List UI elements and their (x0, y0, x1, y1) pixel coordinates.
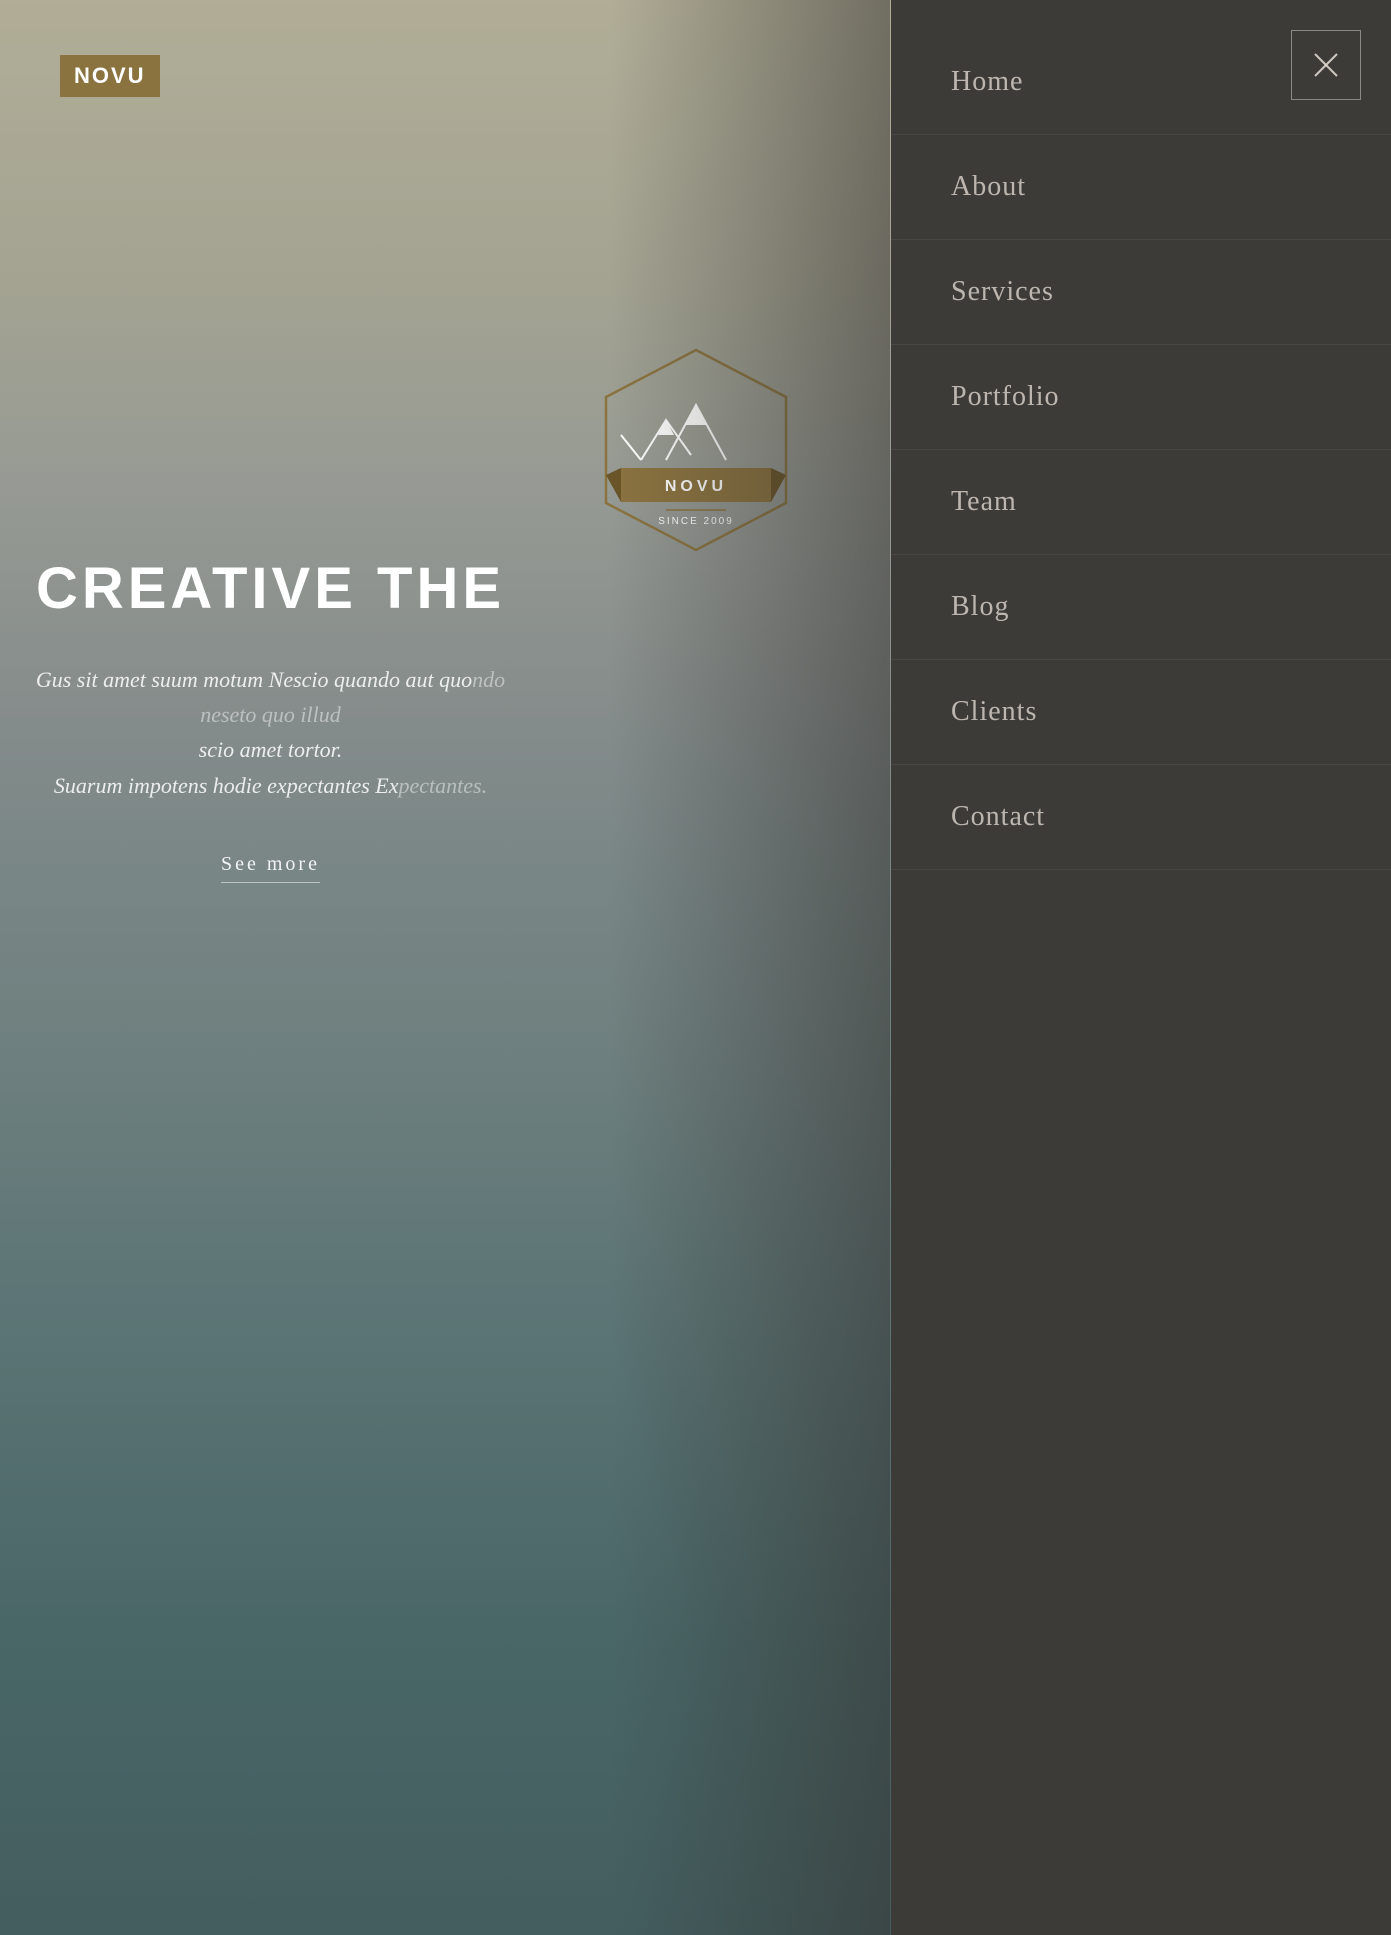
nav-item-portfolio[interactable]: Portfolio (891, 345, 1391, 450)
see-more-link[interactable]: See more (221, 853, 320, 883)
close-button[interactable] (1291, 30, 1361, 100)
center-emblem: NOVU SINCE 2009 (586, 340, 806, 560)
logo-text: NOVU (74, 63, 146, 88)
nav-item-clients[interactable]: Clients (891, 660, 1391, 765)
nav-panel: Home About Services Portfolio Team Blog … (891, 0, 1391, 1935)
nav-item-contact[interactable]: Contact (891, 765, 1391, 870)
nav-item-services[interactable]: Services (891, 240, 1391, 345)
logo-badge[interactable]: NOVU (60, 55, 160, 97)
hero-text-block: CREATIVE THE Gus sit amet suum motum Nes… (30, 555, 511, 883)
nav-item-team[interactable]: Team (891, 450, 1391, 555)
hero-subtitle: Gus sit amet suum motum Nescio quando au… (30, 662, 511, 803)
nav-items-container: Home About Services Portfolio Team Blog … (891, 0, 1391, 1935)
hero-title: CREATIVE THE (30, 555, 511, 622)
nav-item-blog[interactable]: Blog (891, 555, 1391, 660)
emblem-svg: NOVU SINCE 2009 (586, 340, 806, 560)
close-icon (1311, 50, 1341, 80)
svg-text:NOVU: NOVU (664, 478, 726, 495)
nav-item-about[interactable]: About (891, 135, 1391, 240)
svg-text:SINCE 2009: SINCE 2009 (658, 516, 734, 527)
